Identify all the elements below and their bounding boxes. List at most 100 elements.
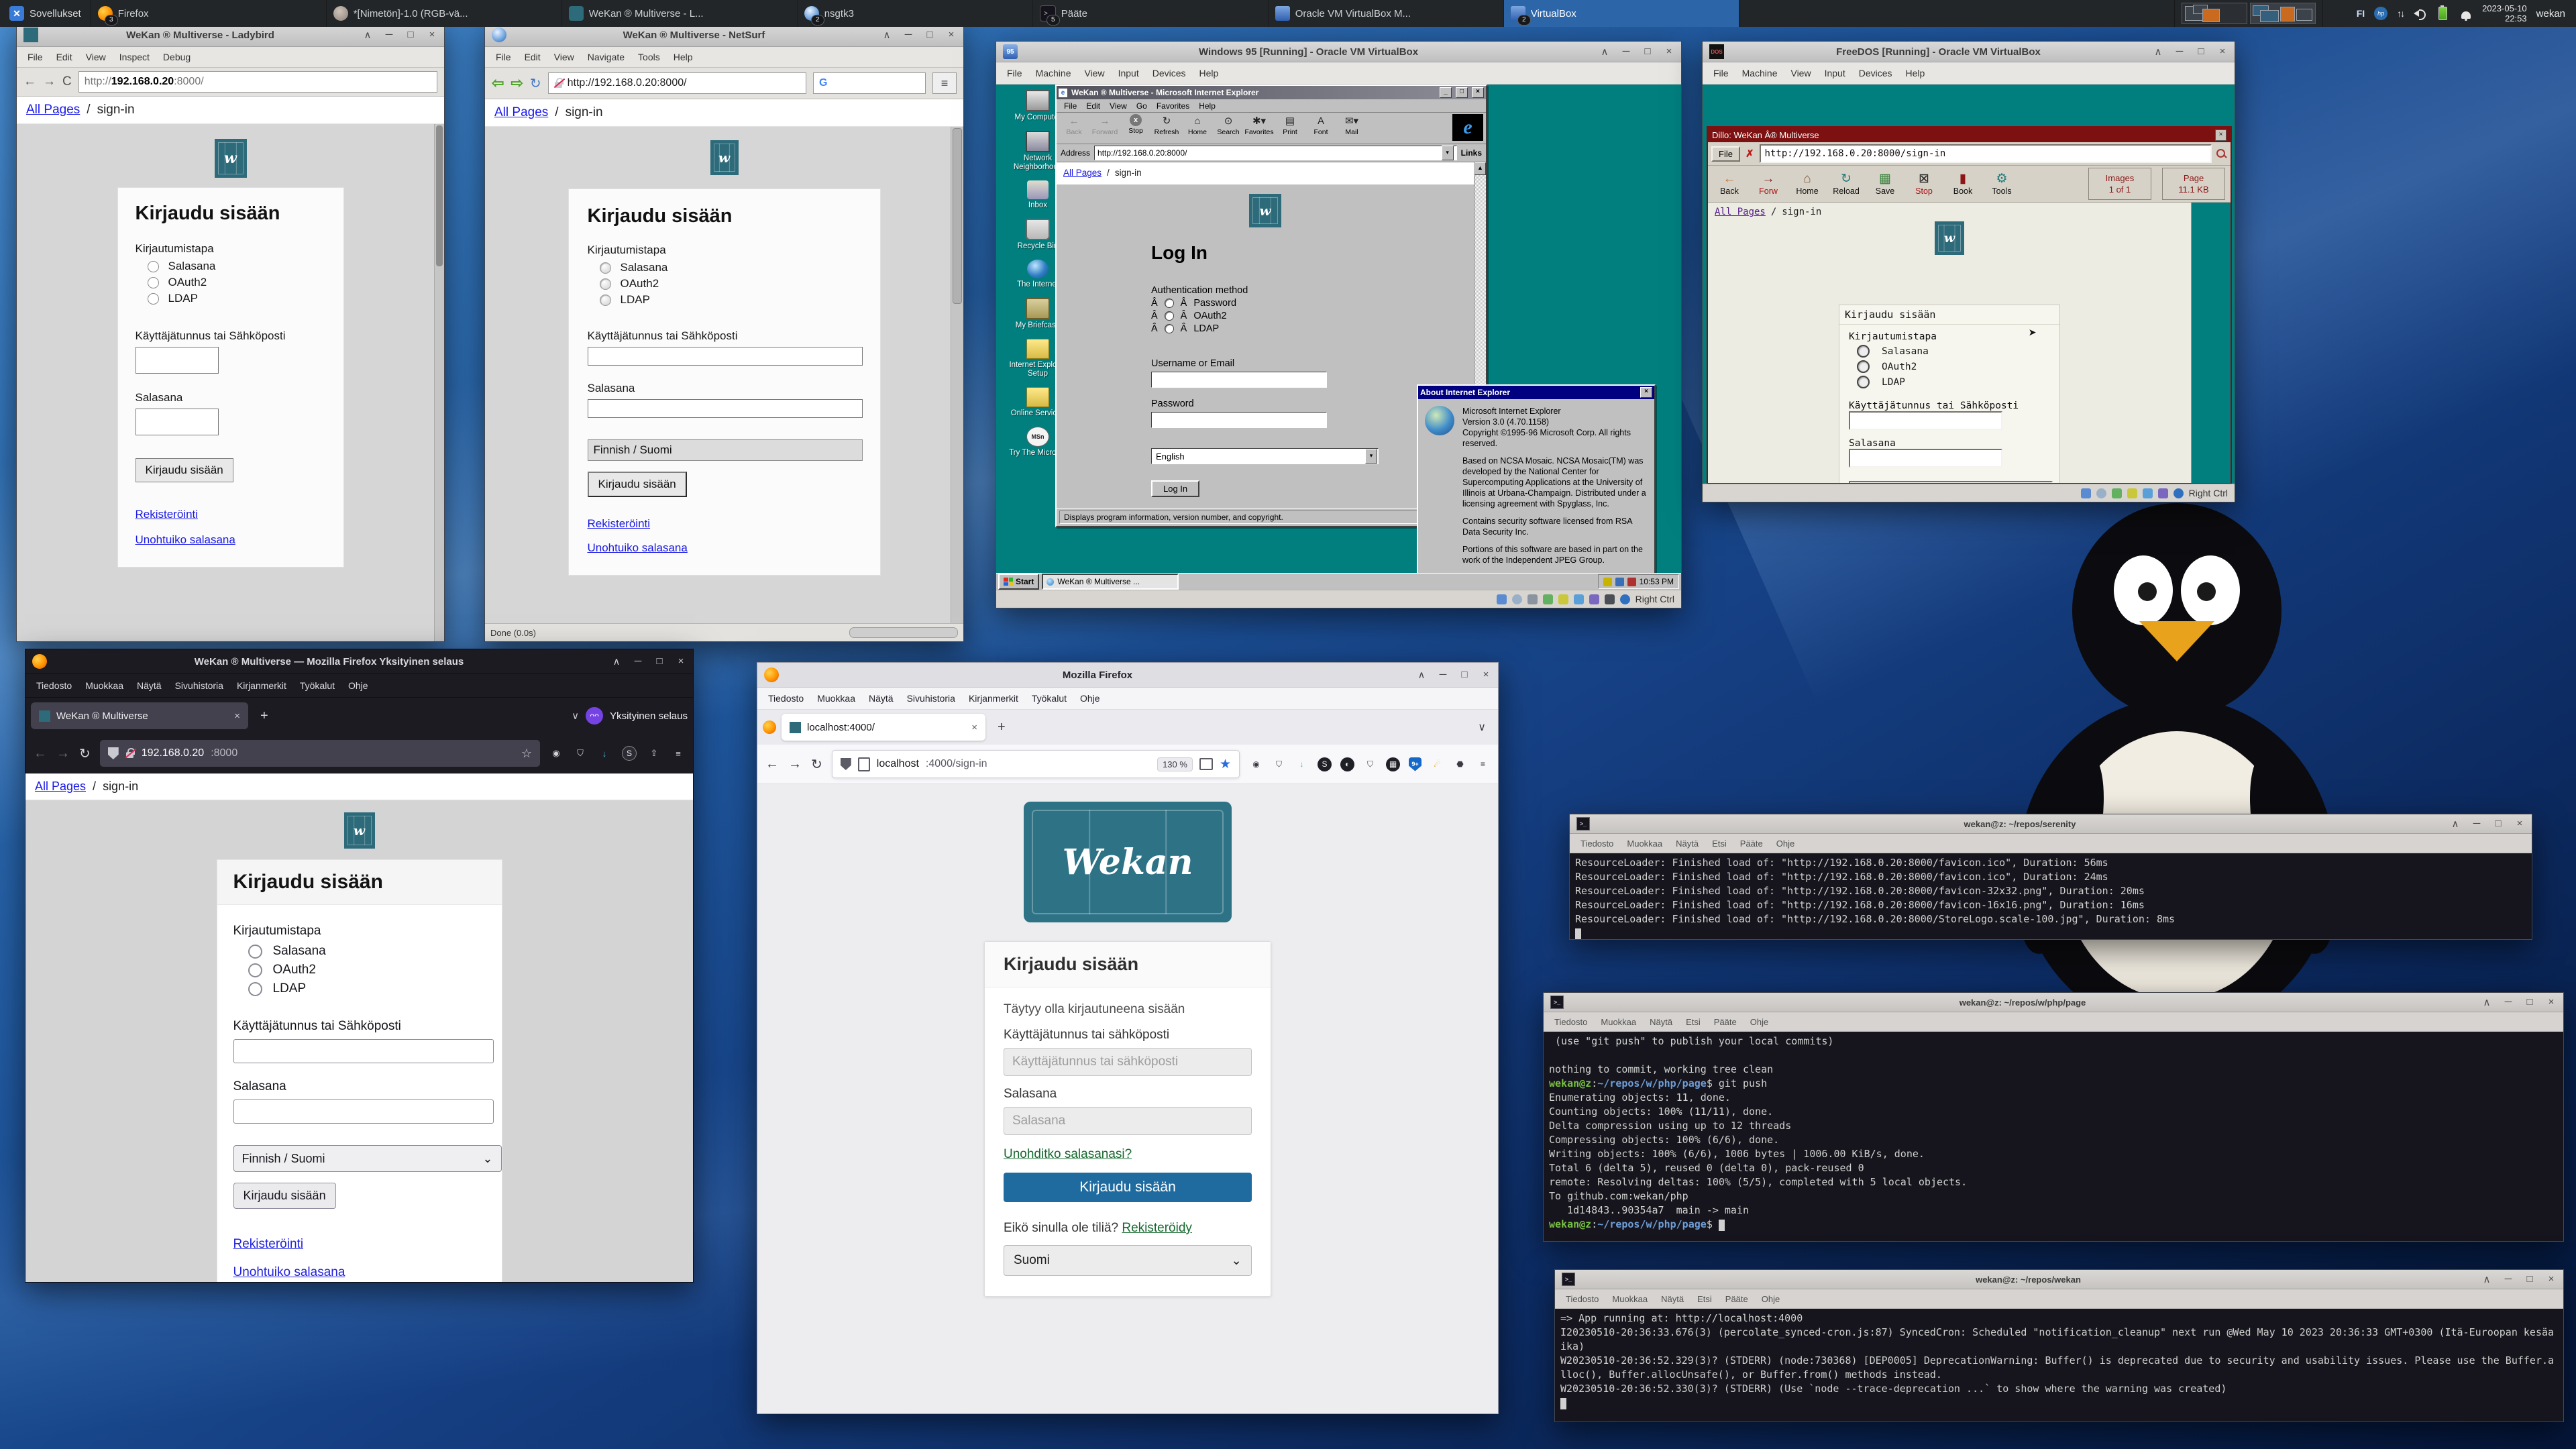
radio-oauth2[interactable]: OAuth2 [600,277,861,290]
ie-refresh-button[interactable]: ↻Refresh [1152,114,1181,136]
tab-wekan[interactable]: WeKan ® Multiverse × [31,702,248,729]
menu-item[interactable]: Sivuhistoria [168,680,230,691]
menu-item[interactable]: Etsi [1705,839,1733,849]
menu-item[interactable]: Pääte [1733,839,1770,849]
login-button[interactable]: Log In [1151,480,1199,497]
menu-item[interactable]: Pääte [1707,1017,1743,1027]
address-dropdown-icon[interactable]: ▾ [1442,146,1454,160]
menu-item[interactable]: Kirjanmerkit [962,693,1025,704]
menu-item[interactable]: File [1059,101,1081,111]
links-button[interactable]: Links [1461,148,1482,158]
menu-item[interactable]: Ohje [1755,1294,1786,1304]
menu-item[interactable]: Tiedosto [30,680,78,691]
password-input[interactable] [1849,449,2002,468]
menu-item[interactable]: Machine [1029,68,1078,78]
ie-stop-button[interactable]: xStop [1121,114,1150,135]
back-icon[interactable]: ⇦ [492,74,504,92]
close-button[interactable]: × [946,29,957,41]
dialog-titlebar[interactable]: About Internet Explorer × [1418,386,1654,399]
register-link[interactable]: Rekisteröidy [1122,1221,1192,1235]
insecure-lock-icon[interactable] [125,748,135,759]
menu-item[interactable]: File [21,52,50,62]
scrollbar-thumb[interactable] [953,128,962,304]
taskbar-task-ie[interactable]: WeKan ® Multiverse ... [1042,574,1179,590]
search-icon[interactable] [2215,148,2227,160]
extensions-puzzle-icon[interactable]: ⬣ [1453,757,1467,771]
verge-tray-icon[interactable] [2334,7,2347,20]
close-button[interactable]: × [2514,818,2525,830]
shade-button[interactable]: ∧ [362,29,373,41]
maximize-button[interactable]: □ [924,29,935,41]
network-icon[interactable]: ↑↓ [2397,8,2404,19]
back-icon[interactable]: ← [34,746,47,761]
close-button[interactable]: × [2546,1273,2557,1285]
menu-item[interactable]: Tiedosto [761,693,810,704]
menu-item[interactable]: Muokkaa [1620,839,1669,849]
tab-list-icon[interactable]: ∨ [1471,720,1493,734]
maximize-button[interactable]: □ [2196,46,2206,58]
menu-icon[interactable]: ≡ [932,72,957,94]
vertical-scrollbar[interactable] [951,127,963,623]
vbox-titlebar[interactable]: DOS FreeDOS [Running] - Oracle VM Virtua… [1703,42,2235,62]
signin-button[interactable]: Kirjaudu sisään [1004,1173,1252,1202]
menu-item[interactable]: Tiedosto [1548,1017,1594,1027]
back-icon[interactable]: ← [765,757,779,772]
extension-icon[interactable]: ▦ [1386,757,1400,771]
firefox-titlebar[interactable]: WeKan ® Multiverse — Mozilla Firefox Yks… [25,649,693,674]
ie-favorites-button[interactable]: ✱▾Favorites [1244,114,1274,136]
menu-item[interactable]: Työkalut [1025,693,1073,704]
menu-item[interactable]: View [79,52,113,62]
minimize-button[interactable]: ─ [2471,818,2482,830]
minimize-button[interactable]: ─ [1438,669,1448,681]
new-tab-button[interactable]: + [254,708,275,724]
menu-item[interactable]: Näytä [1669,839,1705,849]
page-info-icon[interactable] [858,757,870,771]
vm-screen[interactable]: Dillo: WeKan Â® Multiverse × File ✗ http… [1703,85,2235,484]
bookmark-star-icon[interactable]: ☆ [521,747,532,761]
display-icon[interactable] [1615,578,1624,586]
menu-item[interactable]: Sivuhistoria [900,693,962,704]
menu-item[interactable]: Favorites [1152,101,1194,111]
all-pages-link[interactable]: All Pages [26,103,80,117]
password-input[interactable] [233,1099,494,1124]
close-button[interactable]: × [1664,46,1674,58]
close-button[interactable]: × [2215,129,2226,141]
signin-button[interactable]: Kirjaudu sisään [588,472,687,497]
adblock-icon[interactable]: 9+ [1409,757,1421,771]
signin-button[interactable]: Kirjaudu sisään [233,1183,336,1209]
close-button[interactable]: × [676,655,686,667]
minimize-button[interactable]: _ [1440,87,1452,98]
terminal-titlebar[interactable]: >_ wekan@z: ~/repos/wekan ∧─□× [1555,1270,2563,1289]
minimize-button[interactable]: ─ [2174,46,2185,58]
forward-icon[interactable]: → [788,757,802,772]
forward-icon[interactable]: → [56,746,70,761]
dark-reader-icon[interactable]: ◐ [1340,757,1354,771]
menu-item[interactable]: Näytä [130,680,168,691]
shade-button[interactable]: ∧ [2450,818,2461,830]
download-icon[interactable]: ↓ [1295,757,1309,771]
menu-item[interactable]: Etsi [1690,1294,1719,1304]
url-bar[interactable]: 192.168.0.20:8000 ☆ [100,740,540,767]
radio-ldap[interactable]: LDAP [148,292,326,305]
back-icon[interactable]: ← [23,74,36,89]
all-pages-link[interactable]: All Pages [35,780,86,794]
taskbar-item-gimp[interactable]: *[Nimetön]-1.0 (RGB-vä... [327,0,562,27]
clear-url-icon[interactable]: ✗ [1743,148,1756,160]
menu-item[interactable]: Työkalut [293,680,341,691]
menu-item[interactable]: Tiedosto [1574,839,1620,849]
menu-item[interactable]: Help [1899,68,1932,78]
bookmark-star-icon[interactable]: ★ [1220,757,1231,772]
url-bar[interactable]: http://192.168.0.20:8000/ [548,72,806,94]
menu-item[interactable]: Ohje [341,680,375,691]
tab-localhost[interactable]: localhost:4000/ × [782,714,985,741]
menu-item[interactable]: File [1000,68,1029,78]
radio-oauth2[interactable]: OAuth2 [1857,360,2050,373]
menu-item[interactable]: Pääte [1719,1294,1755,1304]
search-box[interactable]: G [813,72,926,94]
language-select[interactable]: Finnish / Suomi [588,439,863,461]
close-button[interactable]: × [1472,87,1484,98]
download-icon[interactable]: ↓ [598,747,611,760]
dillo-stop-button[interactable]: ⊠Stop [1908,172,1940,196]
schedule-icon[interactable] [1627,578,1636,586]
password-input[interactable] [588,399,863,418]
